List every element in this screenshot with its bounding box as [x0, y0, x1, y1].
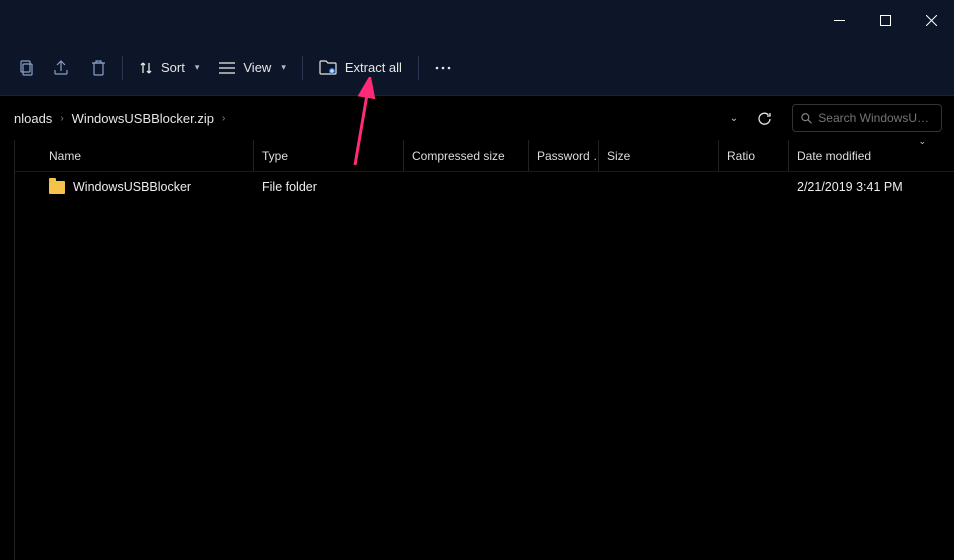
breadcrumb-item[interactable]: WindowsUSBBlocker.zip	[68, 111, 218, 126]
refresh-button[interactable]	[746, 104, 782, 132]
command-bar: Sort ▾ View ▾ Extract all	[0, 40, 954, 96]
window-minimize-button[interactable]	[816, 4, 862, 36]
copy-icon[interactable]	[8, 50, 44, 86]
toolbar-separator	[418, 56, 419, 80]
search-input[interactable]	[818, 111, 933, 125]
window-close-button[interactable]	[908, 4, 954, 36]
address-history-dropdown[interactable]: ⌄	[722, 113, 746, 124]
chevron-right-icon: ›	[218, 113, 229, 124]
item-name: WindowsUSBBlocker	[73, 180, 191, 194]
sort-label: Sort	[161, 60, 185, 75]
more-options-button[interactable]	[425, 50, 461, 86]
chevron-down-icon: ▾	[281, 62, 286, 73]
column-header-type[interactable]: Type	[254, 140, 404, 171]
column-headers: Name Type Compressed size Password … Siz…	[15, 140, 954, 172]
view-label: View	[243, 60, 271, 75]
window-maximize-button[interactable]	[862, 4, 908, 36]
extract-all-label: Extract all	[345, 60, 402, 75]
address-bar: nloads › WindowsUSBBlocker.zip › ⌄	[0, 96, 954, 140]
breadcrumb[interactable]: nloads › WindowsUSBBlocker.zip ›	[0, 96, 722, 140]
search-box[interactable]	[792, 104, 942, 132]
toolbar-separator	[122, 56, 123, 80]
content-pane: Name Type Compressed size Password … Siz…	[0, 140, 954, 560]
extract-all-button[interactable]: Extract all	[309, 54, 412, 82]
title-bar	[0, 0, 954, 40]
item-date: 2/21/2019 3:41 PM	[789, 180, 954, 194]
share-icon[interactable]	[44, 50, 80, 86]
chevron-down-icon: ▾	[195, 62, 200, 73]
column-header-password[interactable]: Password …	[529, 140, 599, 171]
column-header-date-modified[interactable]: Date modified ⌄	[789, 140, 954, 171]
item-type: File folder	[254, 180, 404, 194]
delete-icon[interactable]	[80, 50, 116, 86]
sort-button[interactable]: Sort ▾	[129, 54, 209, 81]
folder-icon	[49, 181, 65, 194]
chevron-down-icon: ⌄	[918, 140, 926, 147]
search-icon	[801, 112, 812, 125]
breadcrumb-item[interactable]: nloads	[10, 111, 56, 126]
chevron-right-icon: ›	[56, 113, 67, 124]
column-header-size[interactable]: Size	[599, 140, 719, 171]
view-button[interactable]: View ▾	[209, 54, 295, 81]
column-header-name[interactable]: Name	[41, 140, 254, 171]
toolbar-separator	[302, 56, 303, 80]
navigation-pane[interactable]	[0, 140, 15, 560]
column-header-compressed-size[interactable]: Compressed size	[404, 140, 529, 171]
column-header-ratio[interactable]: Ratio	[719, 140, 789, 171]
file-list: Name Type Compressed size Password … Siz…	[15, 140, 954, 560]
list-item[interactable]: WindowsUSBBlocker File folder 2/21/2019 …	[15, 172, 954, 202]
